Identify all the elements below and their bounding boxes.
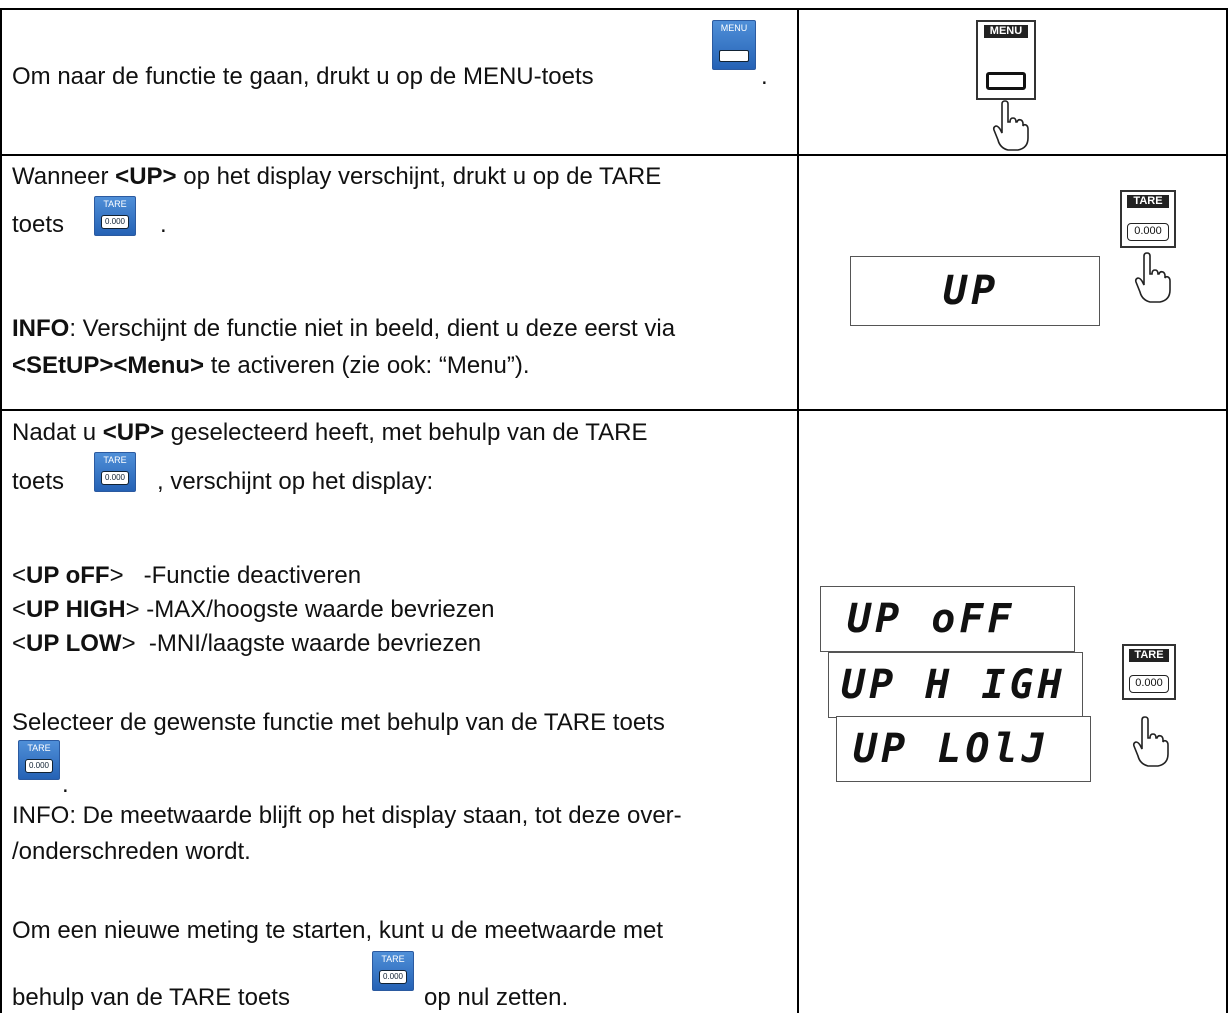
row2-period: . (160, 211, 167, 238)
tare-key-icon: TARE 0.000 (94, 452, 136, 492)
menu-key-icon: MENU (712, 20, 756, 70)
table-border-top (0, 8, 1228, 10)
pointing-hand-icon (992, 100, 1029, 151)
new-measure-line2-end: op nul zetten. (424, 984, 569, 1011)
tare-key-icon: TARE 0.000 (94, 196, 136, 236)
new-measure-line2: behulp van de TARE toets (12, 984, 290, 1011)
row-divider (0, 154, 1228, 156)
column-divider (797, 8, 799, 1013)
pointing-hand-icon (1134, 252, 1171, 303)
row2-line1: Wanneer <UP> op het display verschijnt, … (12, 163, 662, 190)
row3-line1: Nadat u <UP> geselecteerd heeft, met beh… (12, 419, 648, 446)
display-up-low: UP LOlJ (836, 716, 1091, 782)
tare-key-icon: TARE 0.000 (372, 951, 414, 991)
row3-display-text: , verschijnt op het display: (157, 468, 434, 495)
display-up-high: UP H IGH (828, 652, 1083, 718)
select-text: Selecteer de gewenste functie met behulp… (12, 709, 665, 736)
tare-key-icon: TARE 0.000 (18, 740, 60, 780)
option-up-low: <UP LOW> -MNI/laagste waarde bevriezen (12, 630, 482, 657)
table-border-left (0, 8, 2, 1013)
new-measure-line1: Om een nieuwe meting te starten, kunt u … (12, 917, 664, 944)
tare-key-illustration: TARE 0.000 (1120, 190, 1176, 248)
row1-period: . (761, 63, 768, 90)
info-line2: /onderschreden wordt. (12, 838, 251, 865)
row2-info-line2: <SEtUP><Menu> te activeren (zie ook: “Me… (12, 352, 530, 379)
instruction-table: Om naar de functie te gaan, drukt u op d… (0, 0, 1228, 1013)
row3-toets: toets (12, 468, 65, 495)
row2-info: INFO: Verschijnt de functie niet in beel… (12, 315, 676, 342)
option-up-high: <UP HIGH> -MAX/hoogste waarde bevriezen (12, 596, 495, 623)
row-divider (0, 409, 1228, 411)
tare-key-illustration: TARE 0.000 (1122, 644, 1176, 700)
display-up-off: UP oFF (820, 586, 1075, 652)
row2-toets: toets (12, 211, 65, 238)
select-period: . (62, 771, 69, 798)
menu-key-illustration: MENU (976, 20, 1036, 100)
option-up-off: <UP oFF> -Functie deactiveren (12, 562, 362, 589)
info-line1: INFO: De meetwaarde blijft op het displa… (12, 802, 682, 829)
pointing-hand-icon (1132, 716, 1169, 767)
row1-text: Om naar de functie te gaan, drukt u op d… (12, 63, 594, 90)
display-up: UP (850, 256, 1100, 326)
